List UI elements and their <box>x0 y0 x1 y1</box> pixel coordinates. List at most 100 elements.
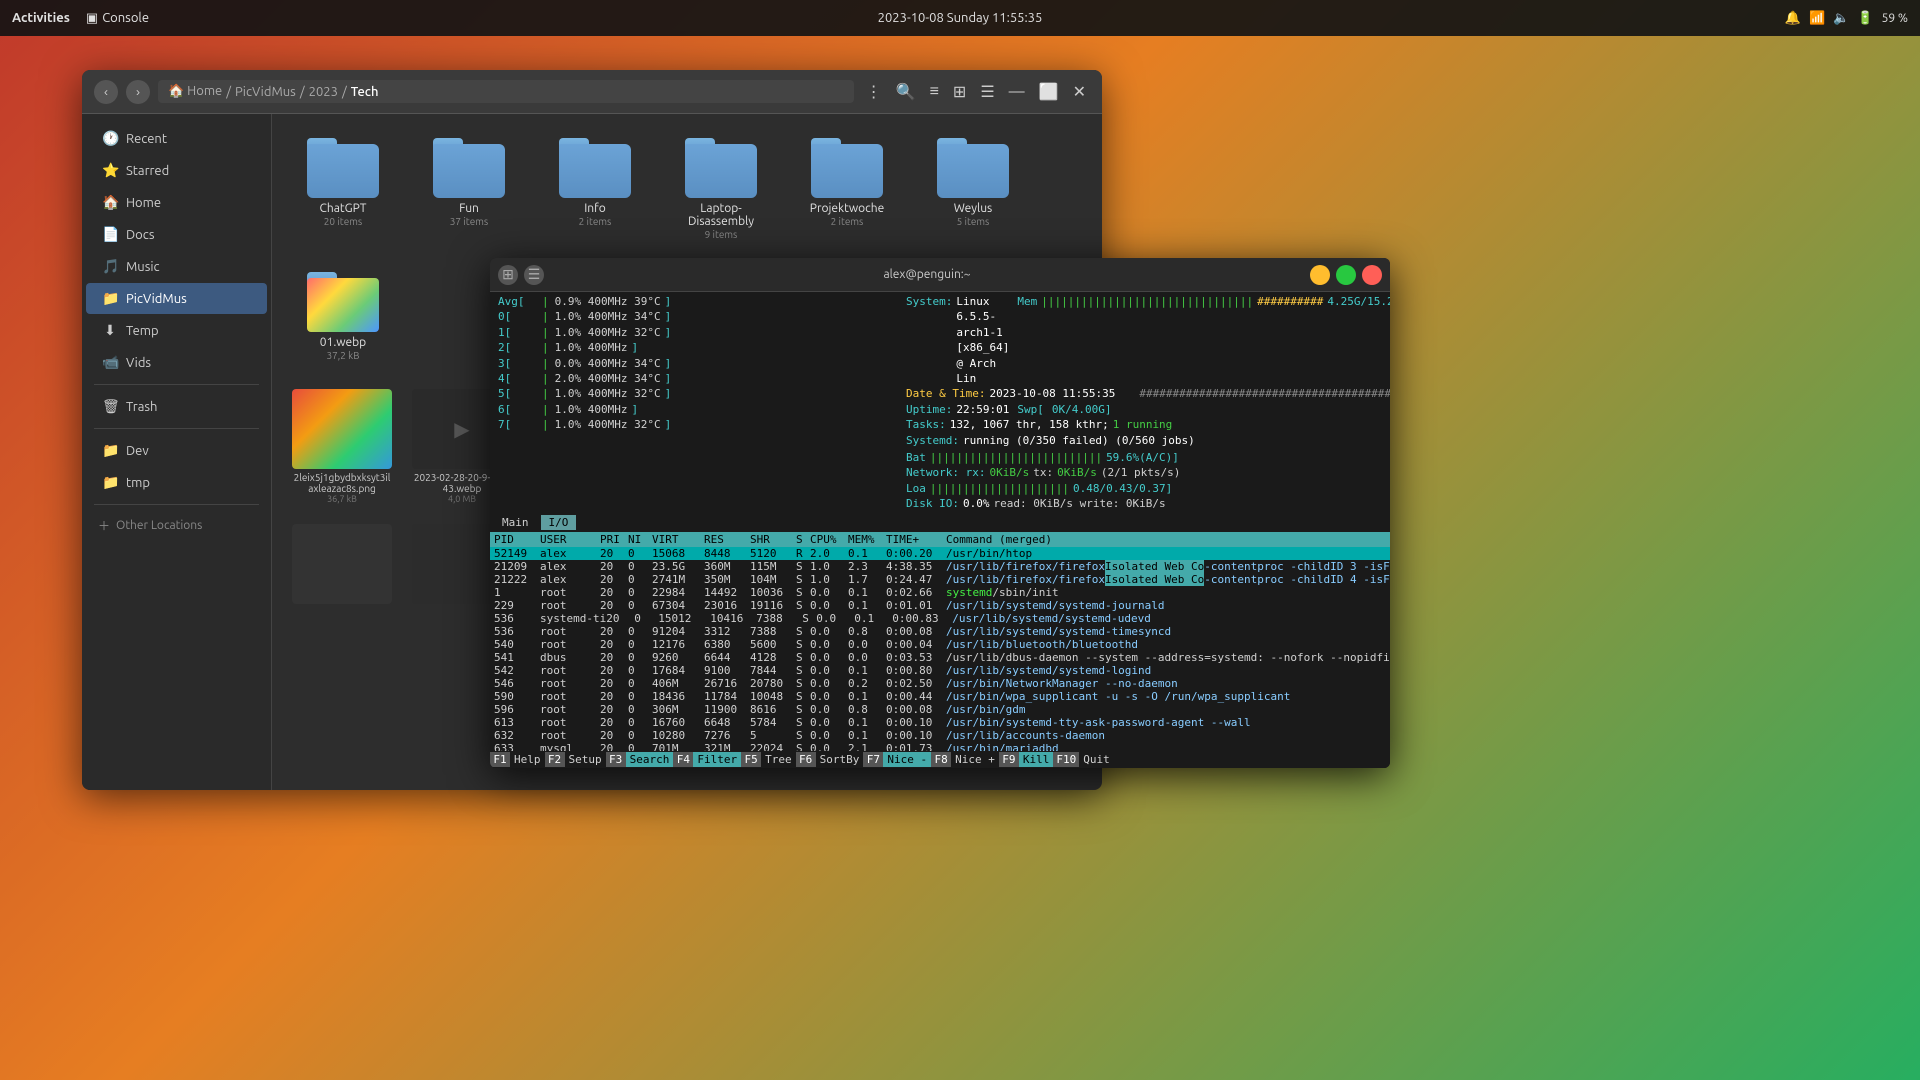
console-app[interactable]: ▣ Console <box>86 11 149 26</box>
image-item-1[interactable]: 2leix5j1gbydbxksyt3ilaxleazac8s.png 36,7… <box>288 385 396 508</box>
fkey-f9[interactable]: F9Kill <box>999 752 1054 767</box>
forward-button[interactable]: › <box>126 80 150 104</box>
hamburger-menu-button[interactable]: ☰ <box>976 80 998 104</box>
activities-label[interactable]: Activities <box>12 11 70 25</box>
process-row[interactable]: 546root200406M2671620780S0.00.20:02.50/u… <box>490 677 1390 690</box>
fkey-f4[interactable]: F4Filter <box>673 752 741 767</box>
folder-laptop-disassembly[interactable]: Laptop-Disassembly 9 items <box>666 130 776 248</box>
process-row[interactable]: 536root2009120433127388S0.00.80:00.08/us… <box>490 625 1390 638</box>
process-row[interactable]: 633mysql200701M321M22024S0.02.10:01.73/u… <box>490 742 1390 751</box>
fkey-f6[interactable]: F6SortBy <box>796 752 864 767</box>
menu-icon[interactable]: ⋮ <box>862 80 886 104</box>
image-thumb-1 <box>292 389 392 469</box>
sidebar-label-starred: Starred <box>126 164 169 178</box>
col-pid: PID <box>494 533 540 546</box>
sidebar-item-recent[interactable]: 🕐 Recent <box>86 123 267 154</box>
picvidmus-icon: 📁 <box>102 290 118 307</box>
fkey-f1[interactable]: F1Help <box>490 752 545 767</box>
sidebar-item-tmp[interactable]: 📁 tmp <box>86 467 267 498</box>
topbar: Activities ▣ Console 2023-10-08 Sunday 1… <box>0 0 1920 36</box>
sidebar-item-home[interactable]: 🏠 Home <box>86 187 267 218</box>
temp-icon: ⬇ <box>102 322 118 339</box>
process-row-highlighted[interactable]: 52149alex2001506884485120R2.00.10:00.20/… <box>490 547 1390 560</box>
process-row[interactable]: 596root200306M119008616S0.00.80:00.08/us… <box>490 703 1390 716</box>
sidebar-item-docs[interactable]: 📄 Docs <box>86 219 267 250</box>
vids-icon: 📹 <box>102 354 118 371</box>
view-list-button[interactable]: ≡ <box>926 81 943 103</box>
process-row[interactable]: 613root2001676066485784S0.00.10:00.10/us… <box>490 716 1390 729</box>
wifi-icon[interactable]: 📶 <box>1809 11 1825 26</box>
folder-weylus[interactable]: Weylus 5 items <box>918 130 1028 248</box>
process-row[interactable]: 21222alex2002741M350M104MS1.01.70:24.47/… <box>490 573 1390 586</box>
sidebar-item-trash[interactable]: 🗑 Trash <box>86 391 267 422</box>
breadcrumb-sep3: / <box>342 85 347 99</box>
process-row[interactable]: 21209alex20023.5G360M115MS1.02.34:38.35/… <box>490 560 1390 573</box>
audio-icon[interactable]: 🔈 <box>1833 11 1849 26</box>
process-row[interactable]: 536systemd-ti20015012104167388S0.00.10:0… <box>490 612 1390 625</box>
breadcrumb-picvidmus[interactable]: PicVidMus <box>235 85 296 99</box>
folder-info-name: Info <box>584 202 606 215</box>
process-row[interactable]: 1root200229841449210036S0.00.10:02.66sys… <box>490 586 1390 599</box>
terminal-minimize-button[interactable]: — <box>1310 265 1330 285</box>
maximize-button[interactable]: ⬜ <box>1035 80 1063 104</box>
image-size-1: 36,7 kB <box>327 494 357 504</box>
sidebar-label-music: Music <box>126 260 160 274</box>
htop-tab-io[interactable]: I/O <box>541 515 577 530</box>
terminal-maximize-button[interactable]: ⬜ <box>1336 265 1356 285</box>
fkey-f5[interactable]: F5Tree <box>741 752 796 767</box>
terminal-htop[interactable]: Avg[|0.9% 400MHz 39°C] 0[|1.0% 400MHz 34… <box>490 292 1390 768</box>
fkey-f10[interactable]: F10Quit <box>1053 752 1113 767</box>
sidebar-item-music[interactable]: 🎵 Music <box>86 251 267 282</box>
process-row[interactable]: 540root2001217663805600S0.00.00:00.04/us… <box>490 638 1390 651</box>
terminal-window: ⊞ ☰ alex@penguin:~ — ⬜ ✕ Avg[|0.9% 400MH… <box>490 258 1390 768</box>
terminal-new-tab-button[interactable]: ⊞ <box>498 265 518 285</box>
process-row[interactable]: 541dbus200926066444128S0.00.00:03.53/usr… <box>490 651 1390 664</box>
minimize-button[interactable]: — <box>1005 81 1029 103</box>
sidebar-item-vids[interactable]: 📹 Vids <box>86 347 267 378</box>
sidebar-item-dev[interactable]: 📁 Dev <box>86 435 267 466</box>
col-shr: SHR <box>750 533 796 546</box>
htop-tabs: Main I/O <box>490 513 1390 532</box>
terminal-close-button[interactable]: ✕ <box>1362 265 1382 285</box>
fm-sidebar: 🕐 Recent ⭐ Starred 🏠 Home 📄 Docs 🎵 Music… <box>82 114 272 790</box>
notification-icon[interactable]: 🔔 <box>1785 11 1801 26</box>
dev-icon: 📁 <box>102 442 118 459</box>
process-row[interactable]: 542root2001768491007844S0.00.10:00.80/us… <box>490 664 1390 677</box>
folder-info[interactable]: Info 2 items <box>540 130 650 248</box>
file-01-webp[interactable]: 01.webp 37,2 kB <box>288 264 398 369</box>
breadcrumb-home[interactable]: 🏠 Home <box>168 84 222 99</box>
sidebar-item-other-locations[interactable]: ＋ Other Locations <box>82 511 271 540</box>
view-options-button[interactable]: ⊞ <box>949 80 970 104</box>
recent-icon: 🕐 <box>102 130 118 147</box>
folder-chatgpt-count: 20 items <box>324 216 362 227</box>
battery-icon: 🔋 <box>1857 11 1873 26</box>
process-row[interactable]: 632root2001028072765S0.00.10:00.10/usr/l… <box>490 729 1390 742</box>
fkey-f7[interactable]: F7Nice - <box>863 752 931 767</box>
process-row[interactable]: 590root200184361178410048S0.00.10:00.44/… <box>490 690 1390 703</box>
sidebar-item-picvidmus[interactable]: 📁 PicVidMus <box>86 283 267 314</box>
folder-projektwoche[interactable]: Projektwoche 2 items <box>792 130 902 248</box>
breadcrumb-2023[interactable]: 2023 <box>309 85 338 99</box>
fkey-f2[interactable]: F2Setup <box>545 752 606 767</box>
folder-info-count: 2 items <box>579 216 612 227</box>
close-button[interactable]: ✕ <box>1069 80 1090 104</box>
breadcrumb-sep2: / <box>300 85 305 99</box>
terminal-menu-button[interactable]: ☰ <box>524 265 544 285</box>
breadcrumb-sep1: / <box>226 85 231 99</box>
sidebar-item-temp[interactable]: ⬇ Temp <box>86 315 267 346</box>
home-icon: 🏠 <box>102 194 118 211</box>
folder-chatgpt[interactable]: ChatGPT 20 items <box>288 130 398 248</box>
fkey-f3[interactable]: F3Search <box>606 752 674 767</box>
search-button[interactable]: 🔍 <box>892 80 920 104</box>
battery-label: 59 % <box>1882 12 1908 25</box>
htop-tab-main[interactable]: Main <box>494 515 537 530</box>
image-item-7[interactable] <box>288 520 396 611</box>
fkey-f8[interactable]: F8Nice + <box>931 752 999 767</box>
image-name-1: 2leix5j1gbydbxksyt3ilaxleazac8s.png <box>292 472 392 494</box>
col-cmd: Command (merged) <box>946 533 1052 546</box>
sidebar-item-starred[interactable]: ⭐ Starred <box>86 155 267 186</box>
process-row[interactable]: 229root200673042301619116S0.00.10:01.01/… <box>490 599 1390 612</box>
breadcrumb-tech[interactable]: Tech <box>351 85 379 99</box>
folder-fun[interactable]: Fun 37 items <box>414 130 524 248</box>
back-button[interactable]: ‹ <box>94 80 118 104</box>
